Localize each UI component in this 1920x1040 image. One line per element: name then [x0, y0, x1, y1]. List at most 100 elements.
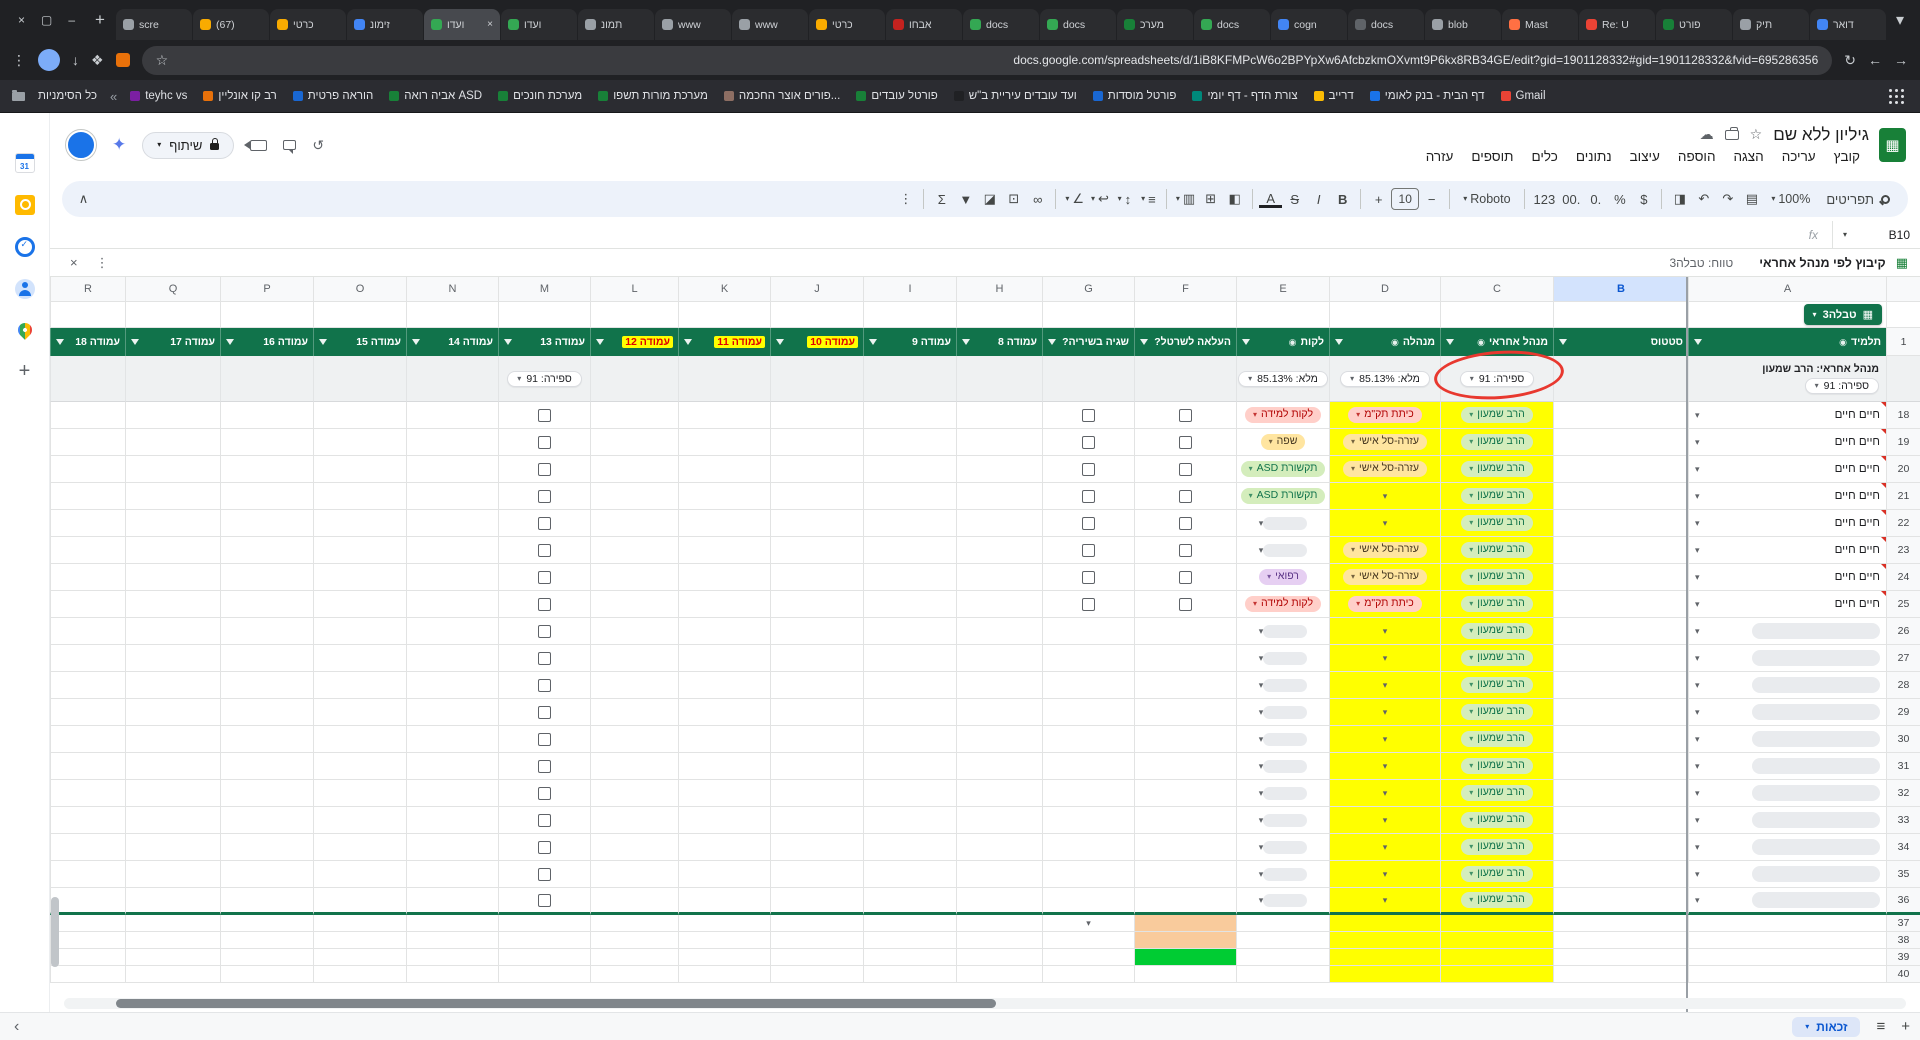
dropdown-pill[interactable]: תקשורת ASD▾ — [1241, 488, 1326, 503]
font-size-input[interactable]: 10 — [1391, 188, 1419, 210]
cell-H40[interactable] — [956, 966, 1042, 983]
checkbox[interactable] — [538, 544, 551, 557]
chevron-down-icon[interactable]: ▾ — [1695, 762, 1700, 771]
cell-R24[interactable] — [50, 564, 125, 591]
checkbox[interactable] — [1082, 571, 1095, 584]
all-sheets-icon[interactable]: ≡ — [1876, 1018, 1885, 1035]
bookmark-item[interactable]: הוראה פרטית — [293, 90, 374, 102]
table-header-G[interactable]: שגיה בשיריה? — [1042, 328, 1134, 356]
cell-O18[interactable] — [313, 402, 406, 429]
cell-Q26[interactable] — [125, 618, 220, 645]
document-title[interactable]: גיליון ללא שם — [1773, 125, 1869, 145]
cell-N29[interactable] — [406, 699, 498, 726]
cell-P40[interactable] — [220, 966, 313, 983]
cell-A39[interactable] — [1688, 949, 1886, 966]
chevron-down-icon[interactable]: ▾ — [1383, 870, 1388, 879]
cell-O21[interactable] — [313, 483, 406, 510]
cell-B20[interactable] — [1553, 456, 1688, 483]
cell-M40[interactable] — [498, 966, 590, 983]
cell-Q28[interactable] — [125, 672, 220, 699]
browser-tab[interactable]: docs — [1194, 9, 1270, 40]
cell-M19[interactable] — [498, 429, 590, 456]
cell-C35[interactable]: הרב שמעון▾ — [1440, 861, 1553, 888]
cell-H37[interactable] — [956, 915, 1042, 932]
horizontal-scrollbar[interactable] — [64, 998, 1906, 1009]
cell-L29[interactable] — [590, 699, 678, 726]
cell-N27[interactable] — [406, 645, 498, 672]
cell-P29[interactable] — [220, 699, 313, 726]
cell-G36[interactable] — [1042, 888, 1134, 915]
menu-item[interactable]: הוספה — [1669, 147, 1725, 166]
chevron-down-icon[interactable]: ▾ — [1695, 546, 1700, 555]
checkbox[interactable] — [538, 894, 551, 907]
table-header-R[interactable]: עמודה 18 — [50, 328, 125, 356]
cell-E31[interactable]: ▾ — [1236, 753, 1329, 780]
cell-O24[interactable] — [313, 564, 406, 591]
tab-close-icon[interactable]: × — [487, 19, 493, 30]
fill-color-icon[interactable]: ◧ — [1223, 186, 1246, 212]
cell-E28[interactable]: ▾ — [1236, 672, 1329, 699]
cell-L38[interactable] — [590, 932, 678, 949]
chevron-down-icon[interactable]: ▾ — [1259, 681, 1264, 690]
empty-dropdown-pill[interactable] — [1752, 866, 1880, 882]
band-cell-Q[interactable] — [125, 302, 220, 328]
cell-I34[interactable] — [863, 834, 956, 861]
cell-H27[interactable] — [956, 645, 1042, 672]
cell-J21[interactable] — [770, 483, 863, 510]
empty-dropdown-pill[interactable] — [1263, 679, 1307, 692]
chevron-down-icon[interactable]: ▾ — [1695, 681, 1700, 690]
cell-O22[interactable] — [313, 510, 406, 537]
cell-C37[interactable] — [1440, 915, 1553, 932]
cell-H22[interactable] — [956, 510, 1042, 537]
cell-H32[interactable] — [956, 780, 1042, 807]
filter-funnel-icon[interactable] — [1335, 339, 1343, 345]
cell-R30[interactable] — [50, 726, 125, 753]
group-chip-D[interactable]: מלא: 85.13%▾ — [1340, 371, 1430, 387]
chevron-down-icon[interactable]: ▾ — [1259, 843, 1264, 852]
cell-M20[interactable] — [498, 456, 590, 483]
row-header-23[interactable]: 23 — [1886, 537, 1920, 564]
dropdown-pill[interactable]: הרב שמעון▾ — [1461, 785, 1533, 800]
cell-C21[interactable]: הרב שמעון▾ — [1440, 483, 1553, 510]
cell-M18[interactable] — [498, 402, 590, 429]
cell-R20[interactable] — [50, 456, 125, 483]
dropdown-pill[interactable]: הרב שמעון▾ — [1461, 596, 1533, 611]
cell-J20[interactable] — [770, 456, 863, 483]
row-header-31[interactable]: 31 — [1886, 753, 1920, 780]
cell-G18[interactable] — [1042, 402, 1134, 429]
cell-N20[interactable] — [406, 456, 498, 483]
cell-O27[interactable] — [313, 645, 406, 672]
italic-icon[interactable]: I — [1307, 186, 1330, 212]
cell-A20[interactable]: חיים חיים▾ — [1688, 456, 1886, 483]
chevron-down-icon[interactable]: ▾ — [1695, 465, 1700, 474]
table-header-H[interactable]: עמודה 8 — [956, 328, 1042, 356]
cell-G27[interactable] — [1042, 645, 1134, 672]
cell-F35[interactable] — [1134, 861, 1236, 888]
cell-F22[interactable] — [1134, 510, 1236, 537]
cell-B36[interactable] — [1553, 888, 1688, 915]
bookmark-item[interactable]: אביה רואה ASD — [389, 90, 482, 102]
cell-O25[interactable] — [313, 591, 406, 618]
cell-N35[interactable] — [406, 861, 498, 888]
tasks-icon[interactable] — [15, 237, 35, 257]
filter-funnel-icon[interactable] — [684, 339, 692, 345]
cell-A26[interactable]: ▾ — [1688, 618, 1886, 645]
row-header-21[interactable]: 21 — [1886, 483, 1920, 510]
chevron-down-icon[interactable]: ▾ — [1259, 546, 1264, 555]
cell-D37[interactable] — [1329, 915, 1440, 932]
chevron-down-icon[interactable]: ▾ — [1259, 654, 1264, 663]
cell-G25[interactable] — [1042, 591, 1134, 618]
empty-dropdown-pill[interactable] — [1752, 731, 1880, 747]
history-icon[interactable]: ↺ — [312, 137, 324, 154]
chevron-down-icon[interactable]: ▾ — [1383, 654, 1388, 663]
cell-O36[interactable] — [313, 888, 406, 915]
percent-format-icon[interactable]: % — [1608, 186, 1631, 212]
cell-C23[interactable]: הרב שמעון▾ — [1440, 537, 1553, 564]
table-header-F[interactable]: העלאה לשרטל? — [1134, 328, 1236, 356]
row-header-36[interactable]: 36 — [1886, 888, 1920, 915]
table-header-Q[interactable]: עמודה 17 — [125, 328, 220, 356]
dropdown-pill[interactable]: הרב שמעון▾ — [1461, 461, 1533, 476]
cell-K36[interactable] — [678, 888, 770, 915]
checkbox[interactable] — [538, 733, 551, 746]
checkbox[interactable] — [1179, 598, 1192, 611]
